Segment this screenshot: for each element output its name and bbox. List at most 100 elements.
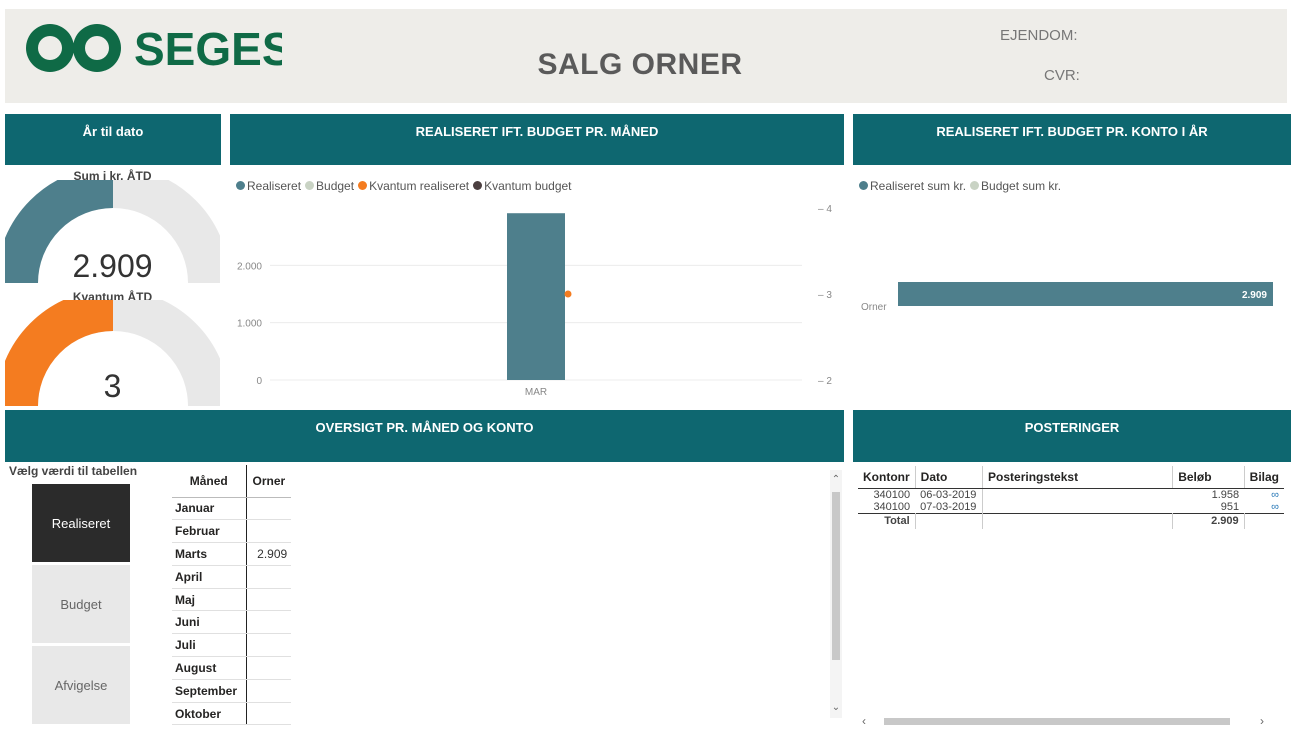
scroll-up-icon[interactable]: ⌃ <box>830 470 842 490</box>
postings-title-bar: POSTERINGER <box>853 410 1291 462</box>
legend-item-realiseret-sum[interactable]: Realiseret sum kr. <box>859 179 966 193</box>
category-label: Orner <box>861 302 887 313</box>
value-cell <box>246 702 292 726</box>
konto-cell: 340100 <box>873 500 911 513</box>
konto-cell: 340100 <box>873 488 911 501</box>
matrix-header-month[interactable]: Måned <box>172 465 247 498</box>
date-cell: 06-03-2019 <box>920 488 977 501</box>
month-cell: April <box>172 565 247 589</box>
value-cell <box>246 519 292 544</box>
table-row[interactable]: Marts 2.909 <box>172 542 292 566</box>
text-cell <box>982 488 1173 501</box>
slicer-option-afvigelse[interactable]: Afvigelse <box>32 646 130 724</box>
scroll-right-icon[interactable]: › <box>1260 714 1264 728</box>
y-tick-label: 1.000 <box>237 319 262 330</box>
matrix-scrollbar[interactable]: ⌃ ⌄ <box>830 470 842 718</box>
col-bilag[interactable]: Bilag <box>1243 466 1284 489</box>
month-cell: Marts <box>172 542 247 566</box>
table-row[interactable]: Juli <box>172 633 292 658</box>
month-cell: Januar <box>172 497 247 521</box>
logo-text: SEGES <box>134 23 282 75</box>
month-cell: September <box>172 679 247 703</box>
scrollbar-thumb[interactable] <box>884 718 1230 725</box>
month-cell: Juli <box>172 633 247 658</box>
table-row[interactable]: Oktober <box>172 702 292 726</box>
month-cell: Februar <box>172 519 247 544</box>
table-row[interactable]: April <box>172 565 292 589</box>
value-slicer: Realiseret Budget Afvigelse <box>32 484 130 724</box>
value-cell <box>246 588 292 612</box>
cvr-label: CVR: <box>1044 67 1080 84</box>
account-chart-title-bar: REALISERET IFT. BUDGET PR. KONTO I ÅR <box>853 114 1291 165</box>
table-row[interactable]: September <box>172 679 292 703</box>
bar-data-label: 2.909 <box>1242 290 1267 301</box>
seges-logo: SEGES <box>26 23 282 75</box>
y2-tick-label: – 3 <box>818 290 832 301</box>
month-cell: Juni <box>172 610 247 635</box>
slicer-option-budget[interactable]: Budget <box>32 565 130 643</box>
col-beloeb[interactable]: Beløb <box>1172 466 1245 489</box>
table-row[interactable]: August <box>172 656 292 680</box>
monthly-chart-legend: Realiseret Budget Kvantum realiseret Kva… <box>236 179 572 193</box>
table-row[interactable]: Januar <box>172 497 292 521</box>
month-cell: Maj <box>172 588 247 612</box>
ejendom-label: EJENDOM: <box>1000 27 1078 44</box>
col-posteringstekst[interactable]: Posteringstekst <box>982 466 1173 489</box>
month-cell: Oktober <box>172 702 247 726</box>
table-row[interactable]: 340100 06-03-2019 1.958 ∞ <box>858 488 1284 501</box>
table-row[interactable]: Juni <box>172 610 292 635</box>
table-row[interactable]: Maj <box>172 588 292 612</box>
overview-title: OVERSIGT PR. MÅNED OG KONTO <box>315 420 534 435</box>
scroll-down-icon[interactable]: ⌄ <box>830 698 842 718</box>
col-dato[interactable]: Dato <box>914 466 983 489</box>
total-label: Total <box>884 515 910 528</box>
text-cell <box>982 500 1173 513</box>
col-kontonr[interactable]: Kontonr <box>858 466 916 489</box>
value-cell <box>246 633 292 658</box>
postings-scrollbar[interactable]: ‹ › <box>862 714 1278 728</box>
bar-realiseret[interactable] <box>507 213 565 380</box>
legend-item-realiseret[interactable]: Realiseret <box>236 179 301 193</box>
attachment-link-icon[interactable]: ∞ <box>1244 488 1284 501</box>
legend-item-kvantum-budget[interactable]: Kvantum budget <box>473 179 572 193</box>
attachment-link-icon[interactable]: ∞ <box>1244 501 1284 514</box>
table-row[interactable]: Februar <box>172 519 292 544</box>
point-kvantum-realiseret[interactable] <box>564 290 572 298</box>
bar-realiseret-sum[interactable] <box>898 282 1273 306</box>
x-tick-label: MAR <box>525 387 547 398</box>
legend-item-kvantum-realiseret[interactable]: Kvantum realiseret <box>358 179 469 193</box>
legend-item-budget[interactable]: Budget <box>305 179 354 193</box>
date-cell: 07-03-2019 <box>920 500 977 513</box>
page-title: SALG ORNER <box>537 48 743 81</box>
sum-gauge-value: 2.909 <box>72 248 153 284</box>
value-cell <box>246 679 292 703</box>
account-chart-title: REALISERET IFT. BUDGET PR. KONTO I ÅR <box>936 124 1208 139</box>
account-chart-legend: Realiseret sum kr. Budget sum kr. <box>859 179 1061 193</box>
y-tick-label: 2.000 <box>237 261 262 272</box>
matrix-header-orner[interactable]: Orner <box>246 465 292 498</box>
qty-gauge-value: 3 <box>103 368 122 404</box>
amount-cell: 951 <box>1220 500 1240 513</box>
y2-tick-label: – 2 <box>818 376 832 387</box>
ytd-title-bar: År til dato <box>5 114 221 165</box>
slicer-option-realiseret[interactable]: Realiseret <box>32 484 130 562</box>
overview-title-bar: OVERSIGT PR. MÅNED OG KONTO <box>5 410 844 462</box>
value-cell <box>246 497 292 521</box>
amount-cell: 1.958 <box>1211 488 1240 501</box>
total-row: Total 2.909 <box>858 513 1284 529</box>
value-cell <box>246 656 292 680</box>
postings-title: POSTERINGER <box>1024 420 1120 435</box>
month-cell: August <box>172 656 247 680</box>
legend-item-budget-sum[interactable]: Budget sum kr. <box>970 179 1061 193</box>
monthly-chart: 0 1.000 2.000 – 2 – 3 – 4 MAR <box>237 204 832 398</box>
scroll-left-icon[interactable]: ‹ <box>862 714 866 728</box>
monthly-chart-title: REALISERET IFT. BUDGET PR. MÅNED <box>415 124 659 139</box>
monthly-chart-title-bar: REALISERET IFT. BUDGET PR. MÅNED <box>230 114 844 165</box>
scrollbar-thumb[interactable] <box>832 492 840 660</box>
table-row[interactable]: 340100 07-03-2019 951 ∞ <box>858 500 1284 514</box>
ytd-title: År til dato <box>82 124 144 139</box>
account-chart: 2.909 Orner <box>861 282 1273 313</box>
postings-table: Kontonr Dato Posteringstekst Beløb Bilag… <box>858 466 1284 529</box>
y-tick-label: 0 <box>256 376 262 387</box>
value-cell: 2.909 <box>246 542 292 566</box>
